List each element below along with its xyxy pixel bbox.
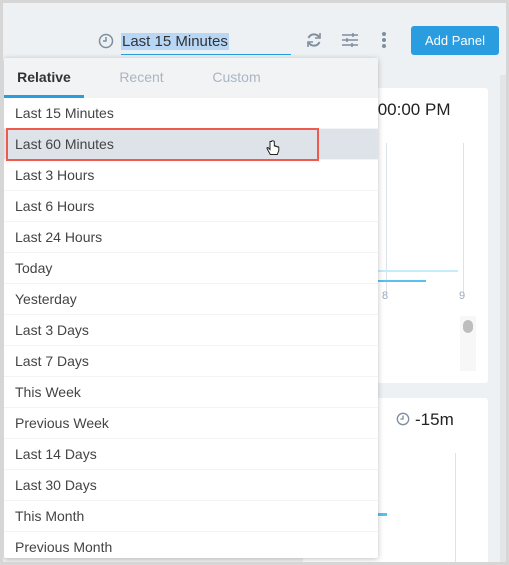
range-option[interactable]: Previous Month — [4, 532, 378, 558]
clock-icon — [396, 412, 410, 426]
refresh-icon[interactable] — [305, 31, 323, 49]
range-option[interactable]: Last 3 Days — [4, 315, 378, 346]
time-range-dropdown: Relative Recent Custom Last 15 Minutes La… — [4, 58, 378, 558]
range-option[interactable]: Last 6 Hours — [4, 191, 378, 222]
more-options-icon[interactable] — [381, 31, 387, 49]
tab-custom[interactable]: Custom — [189, 58, 284, 98]
range-option[interactable]: Last 7 Days — [4, 346, 378, 377]
series-line — [373, 280, 426, 282]
range-option[interactable]: This Month — [4, 501, 378, 532]
panel-title: :00:00 PM — [373, 100, 451, 119]
range-option[interactable]: Yesterday — [4, 284, 378, 315]
page-scrollbar[interactable] — [500, 75, 506, 562]
clock-icon — [98, 33, 114, 49]
dashboard: Last 15 Minutes Add Panel :00:00 PM 8 9 … — [3, 3, 506, 562]
range-option[interactable]: Last 24 Hours — [4, 222, 378, 253]
picker-tabs: Relative Recent Custom — [4, 58, 378, 98]
tab-recent[interactable]: Recent — [94, 58, 189, 98]
legend-scrollbar[interactable] — [460, 316, 476, 371]
hand-cursor-icon — [266, 140, 280, 155]
series-line — [373, 270, 458, 272]
range-option[interactable]: Last 3 Hours — [4, 160, 378, 191]
relative-range-list: Last 15 Minutes Last 60 Minutes Last 3 Hou… — [4, 98, 378, 558]
range-option[interactable]: This Week — [4, 377, 378, 408]
time-range-input[interactable]: Last 15 Minutes — [121, 31, 291, 55]
filter-settings-icon[interactable] — [341, 32, 359, 48]
tab-relative[interactable]: Relative — [4, 58, 84, 98]
range-option[interactable]: Today — [4, 253, 378, 284]
add-panel-button[interactable]: Add Panel — [411, 26, 499, 55]
range-option[interactable]: Last 14 Days — [4, 439, 378, 470]
range-option[interactable]: Previous Week — [4, 408, 378, 439]
range-option[interactable]: Last 15 Minutes — [4, 98, 378, 129]
range-option[interactable]: Last 30 Days — [4, 470, 378, 501]
